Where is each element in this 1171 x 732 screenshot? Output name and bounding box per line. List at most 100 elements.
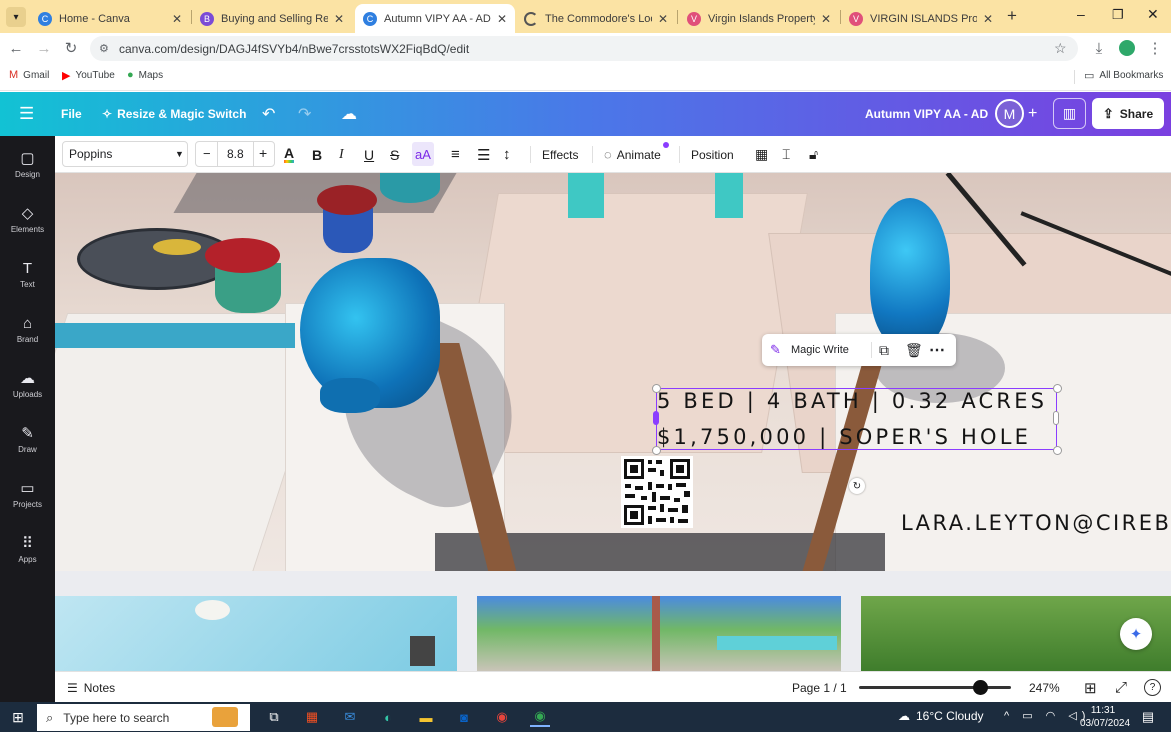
back-arrow-icon[interactable]: ← xyxy=(5,37,27,59)
weather-widget[interactable]: ☁ 16°C Cloudy xyxy=(898,709,984,723)
lock-icon[interactable]: 🔓︎ xyxy=(809,136,818,173)
duplicate-icon[interactable]: ⧉ xyxy=(879,342,889,359)
add-collaborator-icon[interactable]: + xyxy=(1028,92,1037,136)
browser-menu-icon[interactable]: ⋮ xyxy=(1144,37,1166,59)
magic-assistant-button[interactable]: ✦ xyxy=(1120,618,1152,650)
close-tab-icon[interactable]: ✕ xyxy=(983,12,993,26)
zoom-level[interactable]: 247% xyxy=(1029,672,1060,703)
strikethrough-icon[interactable]: S xyxy=(390,136,399,173)
profile-avatar-icon[interactable] xyxy=(1116,37,1138,59)
font-size-input[interactable]: 8.8 xyxy=(227,147,244,161)
underline-icon[interactable]: U xyxy=(364,136,374,173)
text-align-icon[interactable]: ≡ xyxy=(451,136,460,173)
restore-window-icon[interactable]: ❐ xyxy=(1112,7,1124,23)
fullscreen-icon[interactable]: ⤢ xyxy=(1115,672,1127,703)
sidebar-item-brand[interactable]: ⌂ Brand xyxy=(0,304,55,354)
side-resize-handle[interactable] xyxy=(1053,411,1059,425)
bullet-list-icon[interactable]: ☰ xyxy=(477,136,490,173)
chrome-icon[interactable]: ◉ xyxy=(492,707,512,727)
magic-write-button[interactable]: Magic Write xyxy=(791,344,849,356)
more-options-icon[interactable]: ⋯ xyxy=(929,340,945,360)
animate-button[interactable]: ◌ Animate xyxy=(604,136,669,173)
document-title[interactable]: Autumn VIPY AA - AD xyxy=(865,92,988,136)
font-family-dropdown[interactable]: Poppins ▼ xyxy=(62,141,188,167)
next-page-preview[interactable]: ✦ xyxy=(55,596,1171,671)
hamburger-menu-icon[interactable]: ☰ xyxy=(19,92,34,136)
downloads-icon[interactable]: ⤓ xyxy=(1088,37,1110,59)
text-color-button[interactable]: A xyxy=(284,136,295,173)
notes-button[interactable]: ☰ Notes xyxy=(67,672,115,703)
design-canvas[interactable]: 5 BED | 4 BATH | 0.32 ACRES $1,750,000 |… xyxy=(55,173,1171,671)
notifications-icon[interactable]: ▤ xyxy=(1138,707,1158,727)
task-view-icon[interactable]: ⧉ xyxy=(264,707,284,727)
taskbar-clock[interactable]: 11:31 03/07/2024 xyxy=(1080,704,1130,730)
file-explorer-icon[interactable]: ▬ xyxy=(416,707,436,727)
letter-case-icon[interactable]: aA xyxy=(412,142,434,166)
close-tab-icon[interactable]: ✕ xyxy=(334,12,344,26)
effects-button[interactable]: Effects xyxy=(542,136,578,173)
resize-magic-switch-button[interactable]: ✧ Resize & Magic Switch xyxy=(102,92,246,136)
cloud-save-icon[interactable]: ☁ xyxy=(341,92,357,136)
zoom-slider-track[interactable] xyxy=(859,686,1011,689)
system-tray-icons[interactable]: ^ ▭ ◠ ◁) xyxy=(1004,709,1090,722)
new-tab-button[interactable]: + xyxy=(1007,6,1017,26)
sidebar-item-design[interactable]: ▢ Design xyxy=(0,139,55,189)
help-icon[interactable]: ? xyxy=(1144,672,1161,703)
sidebar-item-text[interactable]: T Text xyxy=(0,249,55,299)
side-resize-handle[interactable] xyxy=(653,411,659,425)
address-bar[interactable]: ⚙ canva.com/design/DAGJ4fSVYb4/nBwe7crss… xyxy=(90,36,1078,61)
sidebar-item-apps[interactable]: ⠿ Apps xyxy=(0,524,55,574)
rotate-handle-icon[interactable]: ↻ xyxy=(849,478,865,494)
agent-email-text[interactable]: LARA.LEYTON@CIREB xyxy=(901,511,1171,535)
close-tab-icon[interactable]: ✕ xyxy=(497,12,507,26)
redo-icon[interactable]: ↷ xyxy=(298,92,311,136)
forward-arrow-icon[interactable]: → xyxy=(33,37,55,59)
undo-icon[interactable]: ↶ xyxy=(262,92,275,136)
line-spacing-icon[interactable]: ↕ xyxy=(503,136,511,173)
bookmark-youtube[interactable]: ▶ YouTube xyxy=(62,69,115,82)
reload-icon[interactable]: ↻ xyxy=(60,37,82,59)
resize-handle[interactable] xyxy=(1053,446,1062,455)
site-info-icon[interactable]: ⚙ xyxy=(99,42,109,55)
bold-icon[interactable]: B xyxy=(312,136,322,173)
browser-tab-autumn-vipy[interactable]: C Autumn VIPY AA - AD - 6 ✕ xyxy=(355,4,515,33)
close-tab-icon[interactable]: ✕ xyxy=(172,12,182,26)
share-button[interactable]: ⇪ Share xyxy=(1092,98,1164,129)
page-indicator[interactable]: Page 1 / 1 xyxy=(792,672,847,703)
sidebar-item-elements[interactable]: ◇ Elements xyxy=(0,194,55,244)
minimize-window-icon[interactable]: – xyxy=(1077,6,1085,22)
outlook-icon[interactable]: ◙ xyxy=(454,707,474,727)
bookmark-maps[interactable]: ● Maps xyxy=(127,69,163,81)
all-bookmarks-button[interactable]: ▭ All Bookmarks xyxy=(1084,69,1163,82)
decrease-font-size-button[interactable]: − xyxy=(203,146,211,161)
position-button[interactable]: Position xyxy=(691,136,734,173)
property-specs-text[interactable]: 5 BED | 4 BATH | 0.32 ACRES xyxy=(657,389,1047,413)
file-menu-button[interactable]: File xyxy=(61,92,82,136)
edge-browser-icon[interactable]: ◐ xyxy=(378,707,398,727)
resize-handle[interactable] xyxy=(1053,384,1062,393)
browser-tab-home-canva[interactable]: C Home - Canva ✕ xyxy=(30,4,190,33)
browser-tab-buying-selling[interactable]: B Buying and Selling Real Es ✕ xyxy=(192,4,352,33)
browser-tab-virgin-islands-property-2[interactable]: V VIRGIN ISLANDS Property ✕ xyxy=(841,4,1001,33)
microsoft-store-icon[interactable]: ▦ xyxy=(302,707,322,727)
price-location-text[interactable]: $1,750,000 | SOPER'S HOLE xyxy=(657,425,1031,449)
bookmark-star-icon[interactable]: ☆ xyxy=(1054,40,1067,57)
italic-icon[interactable]: I xyxy=(339,136,344,173)
close-tab-icon[interactable]: ✕ xyxy=(821,12,831,26)
sidebar-item-draw[interactable]: ✎ Draw xyxy=(0,414,55,464)
taskbar-search-box[interactable]: ⌕ Type here to search xyxy=(37,704,250,731)
sidebar-item-projects[interactable]: ▭ Projects xyxy=(0,469,55,519)
windows-start-icon[interactable]: ⊞ xyxy=(8,707,28,727)
bookmark-gmail[interactable]: M Gmail xyxy=(9,69,49,81)
user-avatar[interactable]: M xyxy=(995,99,1024,128)
sidebar-item-uploads[interactable]: ☁ Uploads xyxy=(0,359,55,409)
zoom-slider-knob[interactable] xyxy=(973,680,989,695)
qr-code-image[interactable] xyxy=(621,456,693,528)
transparency-icon[interactable]: ▦ xyxy=(755,136,768,173)
mail-icon[interactable]: ✉ xyxy=(340,707,360,727)
increase-font-size-button[interactable]: + xyxy=(259,145,267,161)
tab-search-button[interactable]: ▾ xyxy=(6,7,26,27)
analytics-button[interactable]: ▥ xyxy=(1053,98,1086,129)
browser-tab-virgin-islands-property[interactable]: V Virgin Islands Property & Y ✕ xyxy=(679,4,839,33)
paint-format-icon[interactable]: ⌶ xyxy=(782,136,790,173)
